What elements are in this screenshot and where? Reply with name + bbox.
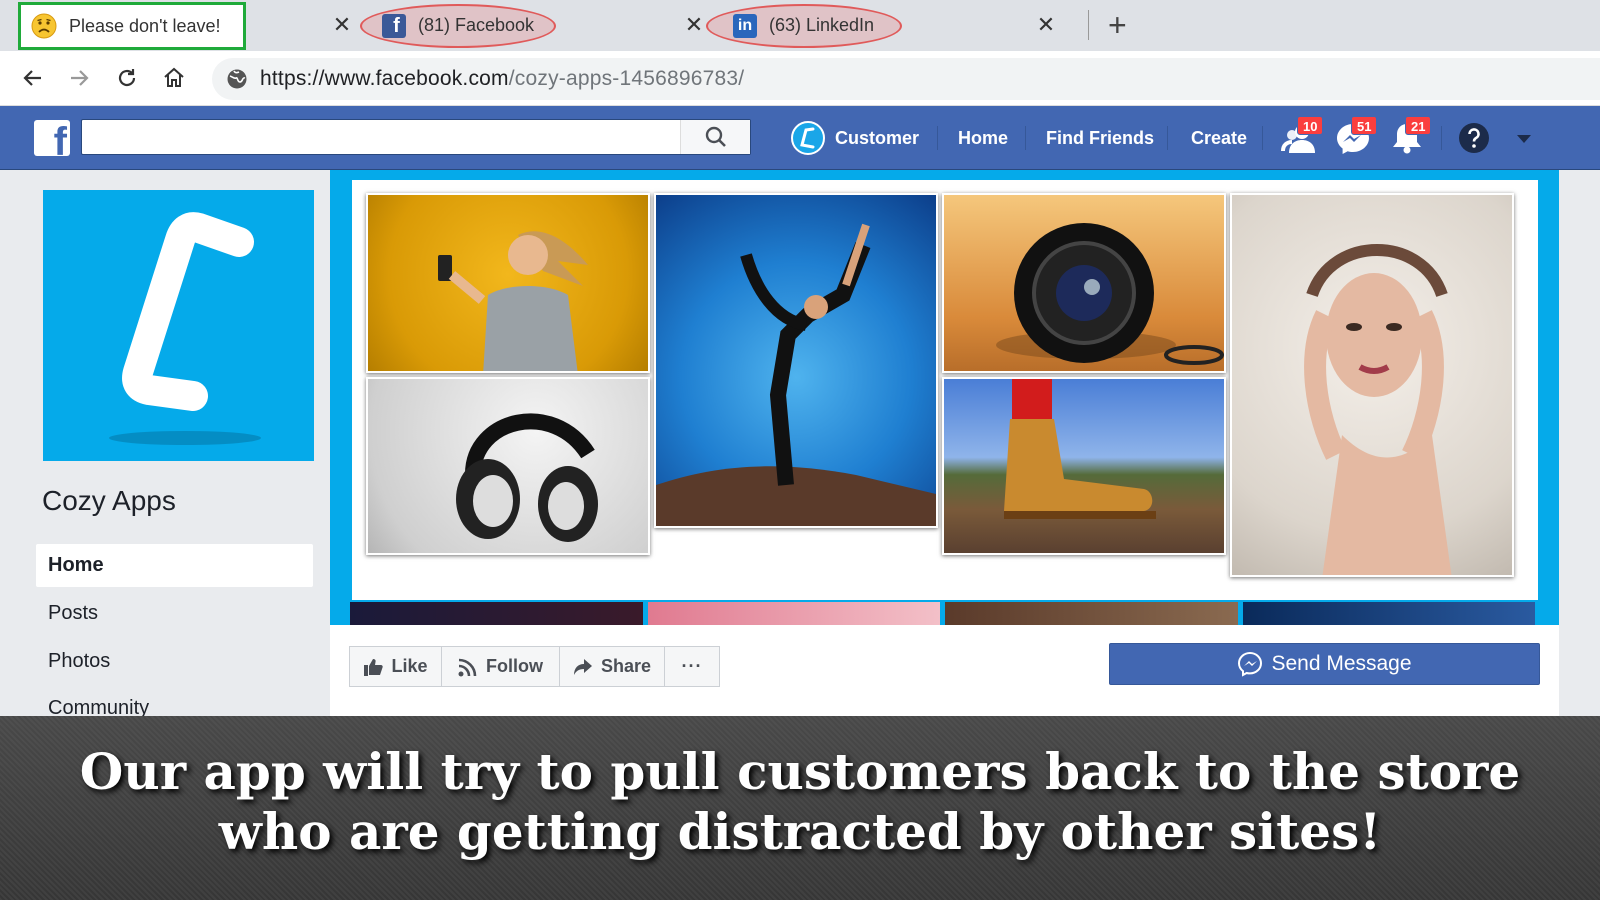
url-path: /cozy-apps-1456896783/ [508, 67, 745, 90]
notifications-badge: 21 [1405, 116, 1432, 135]
nav-customer[interactable]: Customer [791, 106, 919, 170]
facebook-logo[interactable]: f [34, 120, 70, 156]
cozy-apps-logo [109, 212, 261, 445]
url-text: https://www.facebook.com/cozy-apps-14568… [260, 67, 744, 91]
like-label: Like [391, 656, 428, 676]
caption-line-2: who are getting distracted by other site… [218, 802, 1382, 861]
follow-label: Follow [486, 656, 543, 676]
nav-find-friends-label: Find Friends [1046, 127, 1154, 148]
reload-icon[interactable] [110, 61, 144, 95]
facebook-logo-letter: f [53, 120, 67, 156]
left-nav-photos[interactable]: Photos [36, 640, 313, 683]
share-arrow-icon [573, 658, 592, 675]
send-message-button[interactable]: Send Message [1109, 643, 1540, 685]
tab-facebook[interactable]: f (81) Facebook [382, 0, 534, 51]
share-button[interactable]: Share [559, 646, 665, 687]
browser-tab-strip: Please don't leave! ✕ f (81) Facebook ✕ … [0, 0, 1600, 51]
nav-find-friends[interactable]: Find Friends [1046, 106, 1154, 170]
browser-toolbar: https://www.facebook.com/cozy-apps-14568… [0, 51, 1600, 106]
search-icon [705, 126, 726, 147]
ellipsis-icon: ··· [681, 656, 703, 676]
linkedin-icon: in [733, 13, 757, 38]
profile-picture[interactable] [43, 190, 314, 461]
tab-linkedin[interactable]: in (63) LinkedIn [733, 0, 874, 51]
nav-create-label: Create [1191, 127, 1248, 148]
friend-requests-badge: 10 [1297, 116, 1324, 135]
promo-caption-text: Our app will try to pull customers back … [0, 742, 1600, 862]
account-menu-button[interactable] [1514, 128, 1534, 148]
messenger-icon [1238, 651, 1263, 677]
collage-photo-portrait[interactable] [1230, 193, 1514, 577]
friend-requests-button[interactable]: 10 [1281, 116, 1324, 156]
search-button[interactable] [680, 120, 750, 154]
left-nav-posts[interactable]: Posts [36, 592, 313, 635]
search-input[interactable] [81, 119, 751, 155]
more-options-button[interactable]: ··· [664, 646, 720, 687]
close-tab-icon[interactable]: ✕ [330, 12, 354, 38]
help-icon [1459, 123, 1489, 153]
left-nav-home[interactable]: Home [36, 544, 313, 587]
nav-home[interactable]: Home [958, 106, 1008, 170]
facebook-header: f Customer Home Find Friends Create 10 5… [0, 106, 1600, 170]
url-host: https://www.facebook.com [260, 67, 509, 90]
collage-photo-camera-lens[interactable] [942, 193, 1226, 373]
home-icon[interactable] [157, 61, 191, 95]
close-tab-icon[interactable]: ✕ [1034, 12, 1058, 38]
messages-badge: 51 [1351, 116, 1378, 135]
share-label: Share [600, 656, 652, 676]
collage-photo-headphones[interactable] [366, 377, 650, 555]
caret-down-icon [1517, 135, 1531, 143]
close-tab-icon[interactable]: ✕ [682, 12, 706, 38]
back-arrow-icon[interactable] [16, 61, 50, 95]
like-button[interactable]: Like [349, 646, 442, 687]
tab-title: (81) Facebook [418, 15, 535, 35]
address-bar[interactable]: https://www.facebook.com/cozy-apps-14568… [212, 58, 1600, 100]
nav-create[interactable]: Create [1191, 106, 1247, 170]
collage-bottom-strip [350, 602, 1540, 625]
collage-photo-boot[interactable] [942, 377, 1226, 555]
notifications-button[interactable]: 21 [1389, 116, 1432, 156]
tab-title: Please don't leave! [69, 15, 221, 36]
collage-photo-selfie[interactable] [366, 193, 650, 373]
send-message-label: Send Message [1271, 652, 1412, 675]
photo-collage [352, 180, 1538, 600]
facebook-icon: f [382, 13, 406, 38]
nav-divider [1262, 126, 1263, 150]
nav-divider [937, 126, 938, 150]
nav-divider [1167, 126, 1168, 150]
tab-please-dont-leave[interactable]: Please don't leave! [18, 2, 246, 50]
nav-home-label: Home [958, 127, 1009, 148]
thumbs-up-icon [364, 658, 384, 676]
collage-photo-yoga[interactable] [654, 193, 938, 528]
nav-customer-label: Customer [835, 127, 920, 148]
nav-divider [1441, 126, 1442, 150]
customer-avatar [791, 121, 825, 155]
new-tab-icon[interactable]: + [1108, 8, 1127, 42]
cover-photo[interactable] [330, 170, 1559, 625]
sad-face-icon [31, 13, 57, 39]
caption-line-1: Our app will try to pull customers back … [79, 742, 1521, 801]
tab-separator [1088, 10, 1089, 40]
messages-button[interactable]: 51 [1335, 116, 1378, 156]
page-title: Cozy Apps [42, 485, 176, 516]
tab-title: (63) LinkedIn [769, 15, 875, 35]
follow-button[interactable]: Follow [441, 646, 560, 687]
forward-arrow-icon[interactable] [62, 61, 96, 95]
globe-icon [227, 69, 247, 89]
nav-divider [1025, 126, 1026, 150]
rss-icon [458, 658, 477, 676]
help-button[interactable] [1457, 121, 1495, 157]
promo-caption-banner: Our app will try to pull customers back … [0, 716, 1600, 900]
cover-section [330, 170, 1559, 717]
